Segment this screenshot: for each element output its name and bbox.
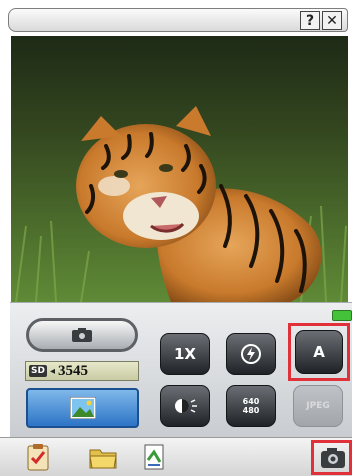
sd-card-icon: SD — [29, 365, 47, 377]
shutter-button[interactable] — [26, 318, 138, 352]
white-balance-button[interactable] — [160, 385, 210, 427]
clipboard-icon[interactable] — [23, 442, 53, 472]
camera-icon — [72, 328, 92, 342]
document-icon[interactable] — [140, 442, 170, 472]
folder-icon[interactable] — [88, 442, 118, 472]
gallery-button[interactable] — [26, 388, 139, 428]
tiger-photo — [11, 36, 348, 302]
resolution-button[interactable]: 640 480 — [226, 385, 276, 427]
flash-icon — [241, 344, 261, 364]
picture-icon — [69, 397, 96, 419]
flash-button[interactable] — [226, 333, 276, 375]
viewfinder-preview — [11, 36, 348, 302]
zoom-button[interactable]: 1X — [160, 333, 210, 375]
status-indicator — [332, 310, 352, 321]
help-button[interactable]: ? — [300, 11, 320, 30]
resolution-label: 640 480 — [242, 397, 260, 415]
counter-arrow: ◂ — [49, 365, 55, 377]
title-bar: ? ✕ — [8, 8, 348, 32]
highlight-auto-mode — [288, 323, 350, 381]
white-balance-icon — [175, 399, 197, 413]
close-button[interactable]: ✕ — [322, 11, 342, 30]
shot-counter: SD ◂ 3545 — [25, 361, 139, 381]
highlight-camera — [311, 440, 352, 475]
shots-remaining: 3545 — [57, 362, 88, 379]
jpeg-format-button[interactable]: JPEG — [293, 385, 343, 427]
